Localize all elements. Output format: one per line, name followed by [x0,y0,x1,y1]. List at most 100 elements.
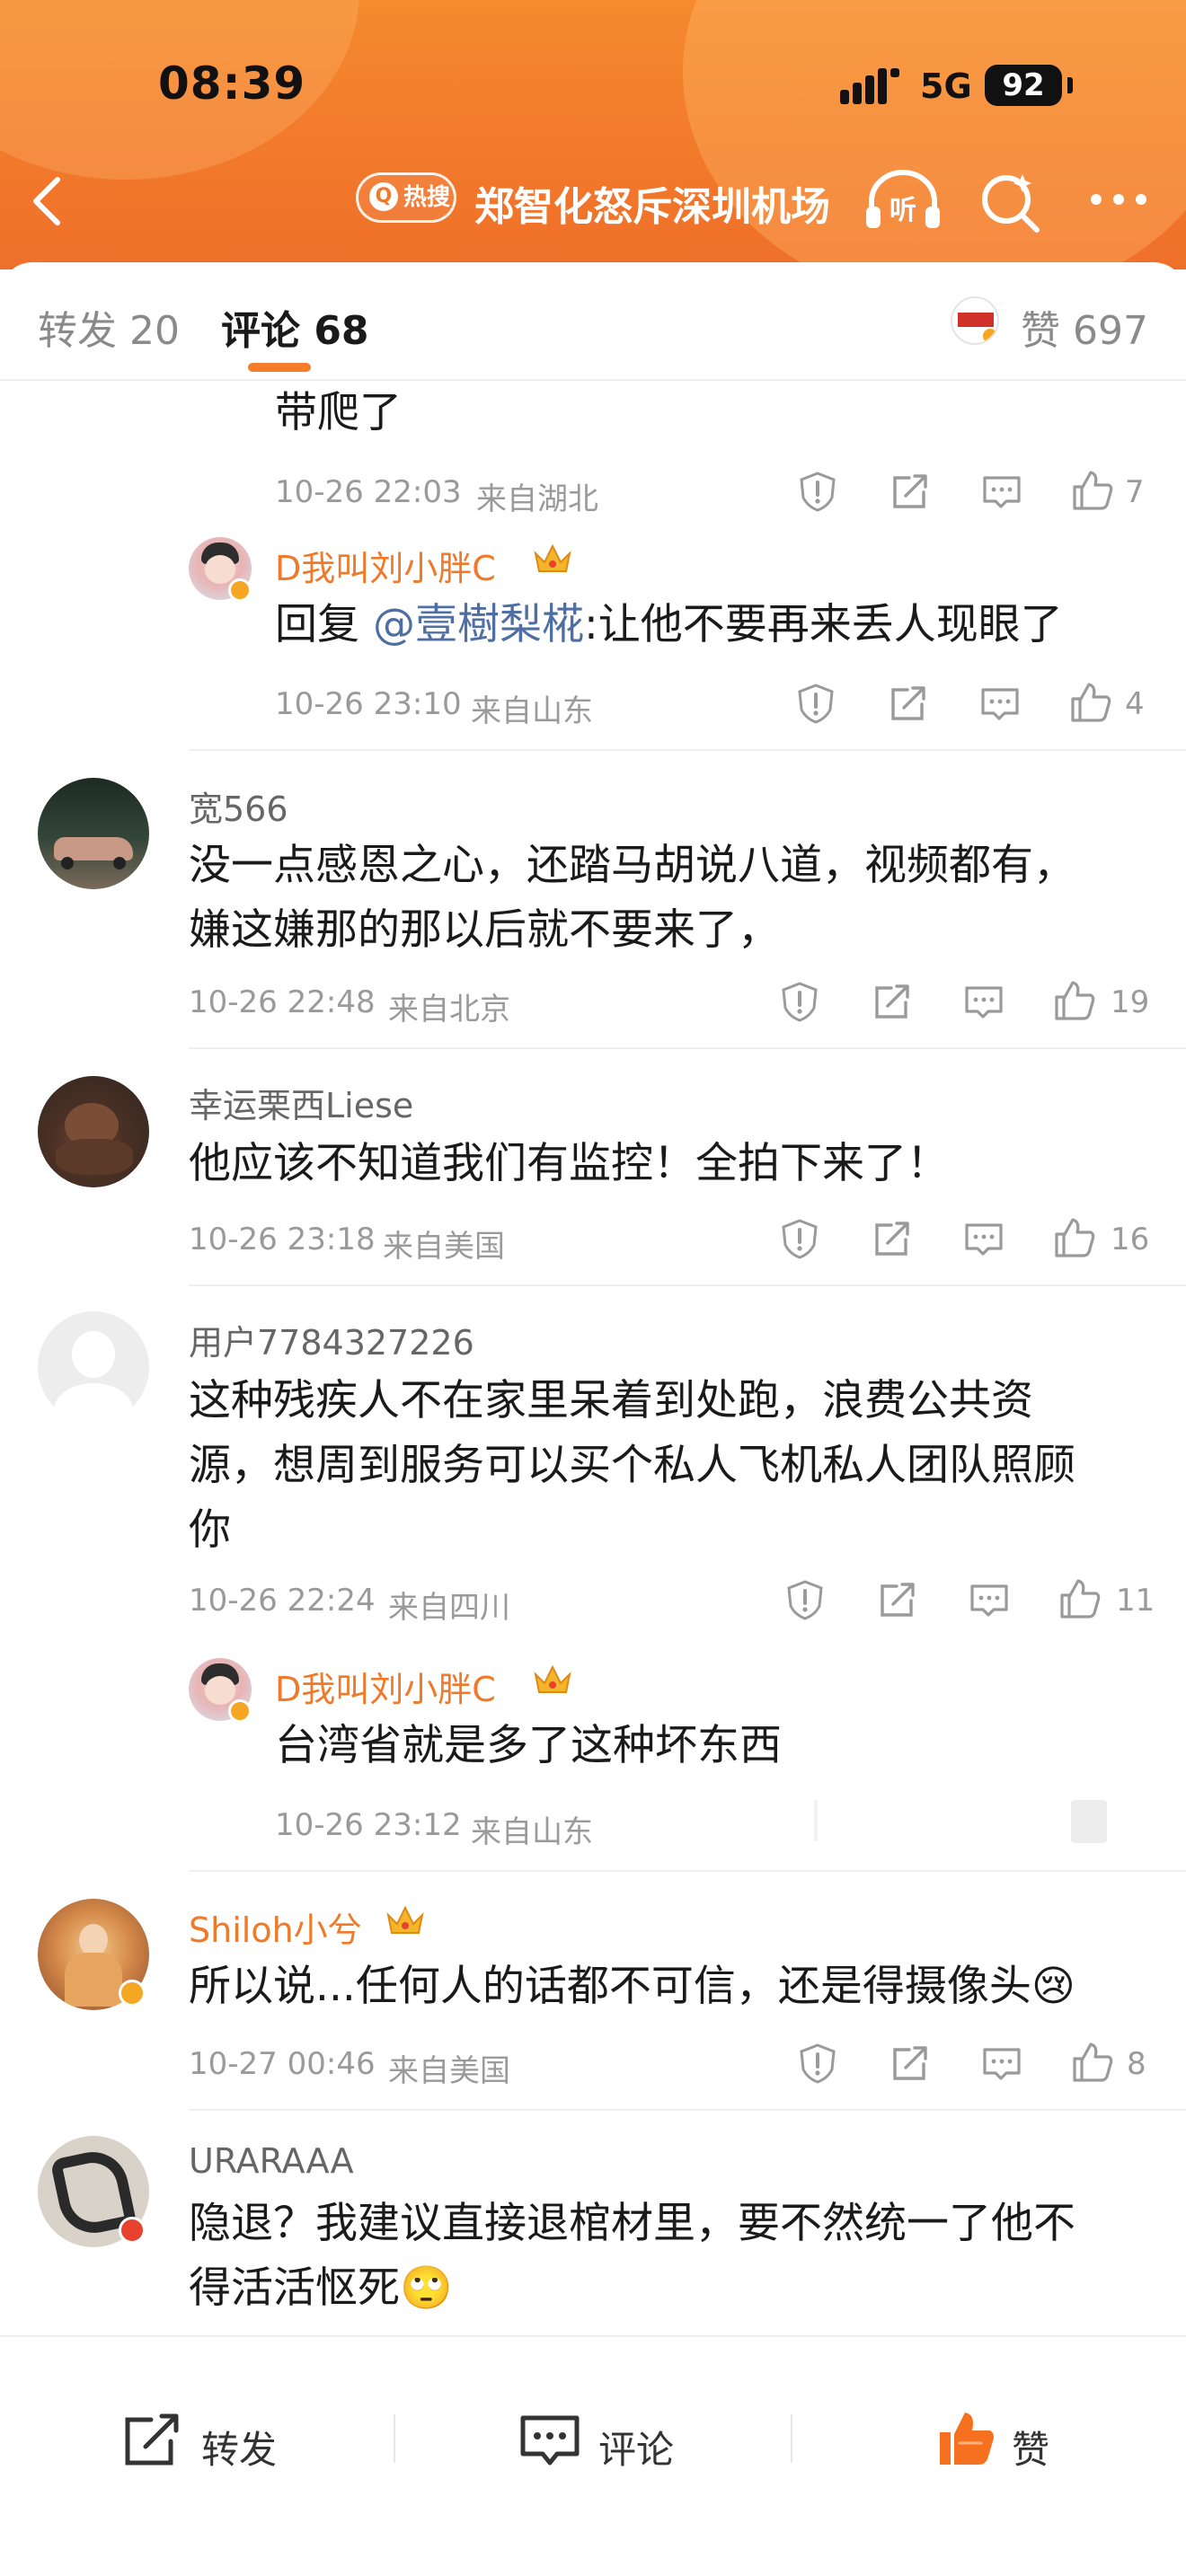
comment-time: 10-26 22:24 [189,1583,376,1619]
comment-icon[interactable] [963,1222,1005,1257]
crown-icon [534,543,571,572]
comment-text-line: 这种残疾人不在家里呆着到处跑，浪费公共资 [189,1376,1033,1425]
comment-icon[interactable] [969,1583,1010,1619]
share-icon[interactable] [888,684,927,722]
report-icon[interactable] [785,1579,825,1620]
repost-icon [125,2413,179,2466]
headphones-icon[interactable]: 听 [863,167,943,234]
like-count: 7 [1125,474,1145,510]
like-label: 赞 [1012,2428,1050,2472]
signal-icon [840,68,899,104]
reply-text: 回复 @壹樹梨椛:让他不要再来丢人现眼了 [275,593,1063,657]
hot-search-badge[interactable]: Q 热搜 [356,172,456,223]
verified-badge-icon [981,327,997,343]
comment-icon[interactable] [963,984,1005,1020]
avatar[interactable] [38,1076,149,1187]
crown-icon [534,1664,571,1693]
tab-bar: 转发 20 评论 68 赞 697 [0,262,1186,381]
verified-badge-icon [228,1699,252,1723]
comment-icon[interactable] [981,474,1022,510]
verified-badge-icon [119,1980,146,2007]
divider [189,1047,1186,1049]
comment-text: 得活活怄死 [189,2263,400,2313]
like-count: 8 [1127,2046,1146,2082]
like-icon[interactable] [1071,469,1114,512]
loading-placeholder [814,1800,818,1841]
search-q-icon: Q [369,182,398,211]
divider [189,1284,1186,1286]
divider [189,749,1186,751]
back-icon[interactable] [23,169,70,234]
comment-text-line: 隐退？我建议直接退棺材里，要不然统一了他不 [189,2199,1075,2248]
divider [189,2109,1186,2111]
share-icon[interactable] [877,1581,916,1619]
username[interactable]: D我叫刘小胖C [275,541,496,590]
search-icon[interactable] [978,169,1044,235]
avatar[interactable] [38,1311,149,1423]
reply-prefix: 回复 [275,600,373,649]
mention-link[interactable]: @壹樹梨椛 [373,600,584,649]
share-icon[interactable] [872,983,911,1020]
like-icon[interactable] [1053,1216,1096,1259]
separator [791,2414,792,2463]
avatar[interactable] [38,778,149,889]
comment-location: 来自美国 [388,2053,510,2089]
report-icon[interactable] [798,2042,837,2084]
comment-text-line: 他应该不知道我们有监控！全拍下来了！ [189,1139,949,1188]
comment-time: 10-27 00:46 [189,2046,376,2082]
separator [394,2414,395,2463]
tab-like[interactable]: 赞 697 [1021,298,1148,356]
comment-location: 来自山东 [471,1814,593,1850]
reply-content: :让他不要再来丢人现眼了 [583,600,1063,649]
like-count: 19 [1111,984,1150,1020]
like-icon[interactable] [1053,979,1096,1022]
more-icon[interactable] [1087,181,1150,217]
share-icon[interactable] [890,2044,929,2082]
comment-text: 所以说...任何人的话都不可信，还是得摄像头 [189,1962,1031,2011]
comment-button[interactable]: 评论 [519,2407,699,2479]
comment-icon[interactable] [981,2046,1022,2082]
liker-avatar[interactable] [951,296,999,345]
report-icon[interactable] [798,471,837,512]
username[interactable]: URARAAA [189,2141,354,2181]
like-count: 4 [1125,686,1145,722]
comment-label: 评论 [598,2428,675,2472]
share-icon[interactable] [890,472,929,510]
verified-badge-icon [228,578,252,602]
username[interactable]: D我叫刘小胖C [275,1662,496,1711]
report-icon[interactable] [796,683,836,724]
tab-repost[interactable]: 转发 20 [38,298,180,356]
comment-text: 带爬了 [275,388,402,437]
divider [189,1870,1186,1872]
username[interactable]: Shiloh小兮 [189,1902,362,1952]
repost-button[interactable]: 转发 [122,2407,302,2479]
reply-text: 台湾省就是多了这种坏东西 [275,1721,782,1770]
share-icon[interactable] [872,1220,911,1257]
comment-location: 来自山东 [471,693,593,729]
report-icon[interactable] [780,1218,819,1259]
battery-cap [1067,77,1073,93]
comment-text-line: 得活活怄死🙄 [189,2256,453,2321]
like-button[interactable]: 赞 [934,2407,1096,2479]
comment-location: 来自四川 [388,1590,510,1626]
comment-icon[interactable] [979,686,1021,722]
comment-time: 10-26 22:03 [275,474,462,510]
verified-badge-icon [119,2217,146,2244]
page-title[interactable]: 郑智化怒斥深圳机场 [474,174,830,232]
like-icon[interactable] [1069,681,1112,724]
tab-active-indicator [248,363,311,372]
tab-comment[interactable]: 评论 68 [221,298,369,356]
username[interactable]: 幸运栗西Liese [189,1078,413,1127]
like-filled-icon [940,2413,994,2465]
like-icon[interactable] [1071,2041,1114,2084]
like-icon[interactable] [1058,1577,1102,1620]
loading-placeholder [1071,1800,1107,1843]
top-header: 08:39 5G 92 Q 热搜 郑智化怒斥深圳机场 听 [0,0,1186,269]
comment-location: 来自湖北 [476,481,598,517]
comment-text-line: 所以说...任何人的话都不可信，还是得摄像头😢 [189,1954,1075,2019]
username[interactable]: 用户7784327226 [189,1315,474,1364]
liker-avatar-logo [958,313,994,327]
status-time: 08:39 [158,57,306,110]
username[interactable]: 宽566 [189,781,288,831]
report-icon[interactable] [780,981,819,1022]
